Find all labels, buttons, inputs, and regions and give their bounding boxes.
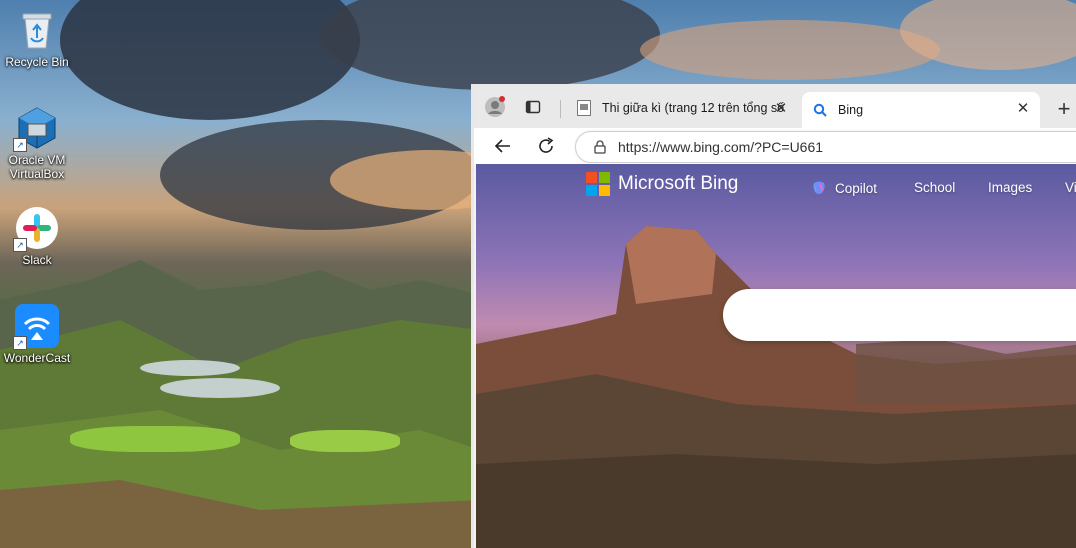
wallpaper-field [290, 430, 400, 452]
tab-bing[interactable]: Bing ✕ [802, 92, 1040, 128]
new-tab-button[interactable]: + [1052, 96, 1076, 122]
wallpaper-lake [160, 378, 280, 398]
nav-videos[interactable]: Vi [1065, 180, 1076, 195]
close-icon[interactable]: ✕ [772, 99, 790, 117]
ms-square-blue [586, 185, 597, 196]
back-arrow-icon [494, 139, 510, 153]
tab-actions-icon [525, 100, 541, 114]
bing-logo-text: Microsoft Bing [618, 173, 739, 194]
tab-title: Bing [838, 103, 864, 117]
desktop-icon-slack[interactable]: ↗ Slack [0, 206, 74, 267]
desktop-icon-label: Slack [22, 253, 52, 267]
wallpaper-cloud [320, 0, 660, 90]
slack-icon: ↗ [13, 206, 59, 252]
back-button[interactable] [490, 133, 516, 159]
desktop-icon-recycle-bin[interactable]: Recycle Bin [0, 8, 74, 69]
wallpaper-lake [140, 360, 240, 376]
nav-label: Copilot [835, 180, 878, 196]
document-icon [576, 100, 592, 116]
search-icon [812, 102, 828, 118]
nav-school[interactable]: School [914, 180, 955, 195]
tab-thi-giua-ki[interactable]: Thi giữa kì (trang 12 trên tổng số ✕ [566, 92, 798, 124]
desktop-icon-wondercast[interactable]: ↗ WonderCast [0, 304, 74, 365]
shortcut-arrow-icon: ↗ [13, 336, 27, 350]
address-url[interactable]: https://www.bing.com/?PC=U661 [618, 139, 823, 155]
tab-title: Thi giữa kì (trang 12 trên tổng số [602, 101, 784, 115]
profile-button[interactable] [482, 94, 508, 120]
nav-images[interactable]: Images [988, 180, 1032, 195]
wallpaper-cloud [60, 0, 360, 120]
bing-homepage: Microsoft Bing Copilot School Images Vi [476, 164, 1076, 548]
nav-copilot[interactable]: Copilot [811, 180, 877, 196]
microsoft-logo-icon [586, 172, 610, 196]
refresh-button[interactable] [533, 133, 559, 159]
virtualbox-icon: ↗ [13, 106, 59, 152]
nav-label: Images [988, 180, 1033, 195]
nav-label: School [914, 180, 956, 195]
wondercast-icon: ↗ [13, 304, 59, 350]
desktop-icon-virtualbox[interactable]: ↗ Oracle VM VirtualBox [0, 106, 74, 181]
nav-label: Vi [1065, 180, 1076, 195]
tab-strip: Thi giữa kì (trang 12 trên tổng số ✕ Bin… [474, 84, 1076, 128]
desktop-icon-label: WonderCast [3, 351, 71, 365]
bing-background-image [476, 226, 1076, 548]
bing-logo[interactable]: Microsoft Bing [586, 172, 738, 196]
shortcut-arrow-icon: ↗ [13, 238, 27, 252]
refresh-icon [539, 137, 554, 153]
recycle-bin-icon [15, 8, 59, 52]
browser-window: Thi giữa kì (trang 12 trên tổng số ✕ Bin… [471, 84, 1076, 548]
profile-icon [485, 96, 505, 117]
wallpaper-cloud [640, 20, 940, 80]
close-icon[interactable]: ✕ [1014, 99, 1032, 117]
ms-square-red [586, 172, 597, 183]
browser-toolbar: https://www.bing.com/?PC=U661 [474, 128, 1076, 164]
copilot-icon [813, 181, 825, 194]
ms-square-green [599, 172, 610, 183]
ms-square-yellow [599, 185, 610, 196]
desktop-icon-label: Oracle VM VirtualBox [8, 153, 66, 181]
desktop-icon-label: Recycle Bin [5, 55, 69, 69]
address-bar[interactable]: https://www.bing.com/?PC=U661 [575, 131, 1076, 163]
lock-icon [594, 140, 606, 154]
shortcut-arrow-icon: ↗ [13, 138, 27, 152]
tab-divider [560, 100, 561, 118]
bing-search-box[interactable] [723, 289, 1076, 341]
wallpaper-field [70, 426, 240, 452]
vertical-tabs-button[interactable] [520, 94, 546, 120]
